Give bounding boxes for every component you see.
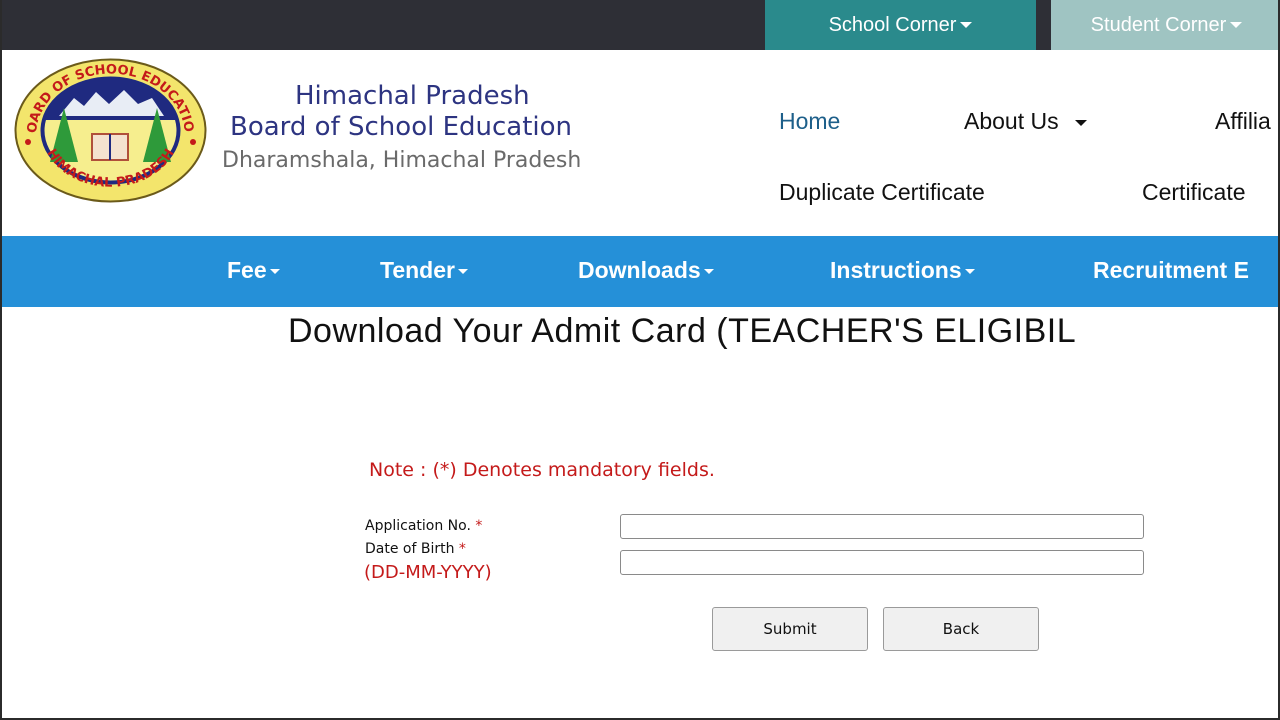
nav-downloads-label: Downloads <box>578 257 701 283</box>
caret-down-icon <box>1230 22 1243 28</box>
nav-downloads[interactable]: Downloads <box>578 257 714 284</box>
caret-down-icon <box>960 22 973 28</box>
submit-button[interactable]: Submit <box>712 607 868 651</box>
nav-fee-label: Fee <box>227 257 267 283</box>
application-no-input[interactable] <box>620 514 1144 539</box>
brand-title-line1: Himachal Pradesh <box>295 81 530 111</box>
caret-down-icon <box>457 269 468 275</box>
browser-viewport: School Corner Student Corner BOARD O <box>0 0 1280 720</box>
dob-label: Date of Birth * <box>365 541 466 557</box>
nav-fee[interactable]: Fee <box>227 257 280 284</box>
nav-certificate[interactable]: Certificate <box>1142 179 1246 206</box>
secondary-nav: Fee Tender Downloads Instructions Recrui… <box>2 236 1278 307</box>
mandatory-note: Note : (*) Denotes mandatory fields. <box>369 459 715 481</box>
nav-affiliation[interactable]: Affilia <box>1215 108 1271 135</box>
nav-home[interactable]: Home <box>779 108 840 135</box>
nav-instructions-label: Instructions <box>830 257 962 283</box>
nav-tender-label: Tender <box>380 257 455 283</box>
board-logo[interactable]: BOARD OF SCHOOL EDUCATION HIMACHAL PRADE… <box>14 58 207 203</box>
caret-down-icon <box>964 269 975 275</box>
required-mark: * <box>458 541 466 557</box>
required-mark: * <box>475 518 483 534</box>
caret-down-icon <box>1075 119 1087 126</box>
nav-duplicate-certificate[interactable]: Duplicate Certificate <box>779 179 985 206</box>
nav-recruitment-label: Recruitment E <box>1093 257 1249 283</box>
application-no-label-text: Application No. <box>365 518 471 534</box>
student-corner-dropdown[interactable]: Student Corner <box>1051 0 1278 50</box>
dob-label-text: Date of Birth <box>365 541 455 557</box>
brand-title-line2: Board of School Education <box>230 112 573 142</box>
school-corner-label: School Corner <box>828 13 957 36</box>
nav-tender[interactable]: Tender <box>380 257 468 284</box>
nav-instructions[interactable]: Instructions <box>830 257 975 284</box>
brand-location: Dharamshala, Himachal Pradesh <box>222 148 582 173</box>
top-bar: School Corner Student Corner <box>2 0 1278 50</box>
nav-recruitment[interactable]: Recruitment E <box>1093 257 1249 284</box>
dob-input[interactable] <box>620 550 1144 575</box>
school-corner-dropdown[interactable]: School Corner <box>765 0 1036 50</box>
dob-format-hint: (DD-MM-YYYY) <box>364 562 492 583</box>
nav-about-us[interactable]: About Us <box>964 108 1087 135</box>
back-button[interactable]: Back <box>883 607 1039 651</box>
student-corner-label: Student Corner <box>1090 13 1227 36</box>
site-header: BOARD OF SCHOOL EDUCATION HIMACHAL PRADE… <box>2 50 1278 236</box>
application-no-label: Application No. * <box>365 518 482 534</box>
nav-about-us-label: About Us <box>964 108 1059 134</box>
page-title: Download Your Admit Card (TEACHER'S ELIG… <box>288 312 1077 350</box>
caret-down-icon <box>703 269 714 275</box>
caret-down-icon <box>269 269 280 275</box>
